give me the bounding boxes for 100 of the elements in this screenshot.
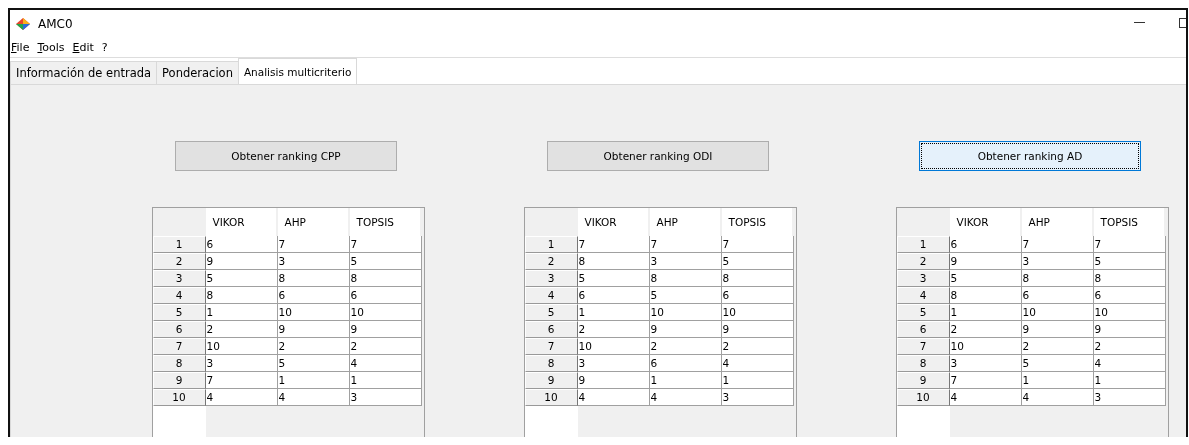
table-cell[interactable]: 7	[349, 236, 422, 253]
table-cell[interactable]: 10	[577, 338, 650, 355]
table-cell[interactable]: 9	[721, 321, 794, 338]
table-cell[interactable]: 4	[349, 355, 422, 372]
table-cell[interactable]: 2	[349, 338, 422, 355]
table-cell[interactable]: 4	[1021, 389, 1094, 406]
table-cell[interactable]: 9	[205, 253, 278, 270]
row-header[interactable]: 7	[896, 338, 950, 355]
table-cell[interactable]: 5	[349, 253, 422, 270]
table-cell[interactable]: 4	[205, 389, 278, 406]
column-header[interactable]: VIKOR	[949, 208, 1022, 236]
table-cell[interactable]: 6	[277, 287, 350, 304]
table-cell[interactable]: 10	[949, 338, 1022, 355]
table-cell[interactable]: 10	[1021, 304, 1094, 321]
table-cell[interactable]: 1	[1021, 372, 1094, 389]
table-cell[interactable]: 1	[577, 304, 650, 321]
table-cell[interactable]: 1	[349, 372, 422, 389]
table-cell[interactable]: 1	[1093, 372, 1166, 389]
table-cell[interactable]: 8	[277, 270, 350, 287]
row-header[interactable]: 5	[152, 304, 206, 321]
table-cell[interactable]: 8	[1021, 270, 1094, 287]
table-cell[interactable]: 7	[649, 236, 722, 253]
table-cell[interactable]: 4	[649, 389, 722, 406]
table-cell[interactable]: 8	[721, 270, 794, 287]
table-cell[interactable]: 10	[277, 304, 350, 321]
row-header[interactable]: 1	[152, 236, 206, 253]
row-header[interactable]: 4	[896, 287, 950, 304]
menu-item[interactable]: Edit	[71, 40, 95, 54]
table-cell[interactable]: 9	[577, 372, 650, 389]
row-header[interactable]: 3	[152, 270, 206, 287]
column-header[interactable]: AHP	[1021, 208, 1094, 236]
table-cell[interactable]: 7	[205, 372, 278, 389]
table-cell[interactable]: 8	[349, 270, 422, 287]
table-cell[interactable]: 7	[1093, 236, 1166, 253]
table-cell[interactable]: 3	[205, 355, 278, 372]
row-header[interactable]: 10	[896, 389, 950, 406]
table-cell[interactable]: 6	[949, 236, 1022, 253]
table-cell[interactable]: 2	[205, 321, 278, 338]
row-header[interactable]: 3	[896, 270, 950, 287]
row-header[interactable]: 2	[152, 253, 206, 270]
row-header[interactable]: 2	[896, 253, 950, 270]
tab[interactable]: Ponderacion	[156, 61, 239, 84]
row-header[interactable]: 4	[524, 287, 578, 304]
ranking-button[interactable]: Obtener ranking ODI	[547, 141, 769, 171]
table-cell[interactable]: 5	[1093, 253, 1166, 270]
table-cell[interactable]: 3	[721, 389, 794, 406]
table-cell[interactable]: 3	[949, 355, 1022, 372]
table-cell[interactable]: 3	[349, 389, 422, 406]
table-cell[interactable]: 4	[277, 389, 350, 406]
row-header[interactable]: 8	[152, 355, 206, 372]
table-cell[interactable]: 9	[277, 321, 350, 338]
table-cell[interactable]: 1	[277, 372, 350, 389]
table-cell[interactable]: 4	[1093, 355, 1166, 372]
column-header[interactable]: AHP	[277, 208, 350, 236]
maximize-icon[interactable]	[1179, 18, 1186, 28]
table-cell[interactable]: 7	[721, 236, 794, 253]
table-cell[interactable]: 10	[721, 304, 794, 321]
row-header[interactable]: 1	[524, 236, 578, 253]
row-header[interactable]: 6	[896, 321, 950, 338]
table-cell[interactable]: 8	[949, 287, 1022, 304]
row-header[interactable]: 2	[524, 253, 578, 270]
table-cell[interactable]: 6	[1093, 287, 1166, 304]
row-header[interactable]: 8	[896, 355, 950, 372]
column-header[interactable]: TOPSIS	[1093, 208, 1166, 236]
table-cell[interactable]: 3	[1021, 253, 1094, 270]
table-cell[interactable]: 1	[205, 304, 278, 321]
tab[interactable]: Información de entrada	[10, 61, 158, 84]
table-cell[interactable]: 8	[649, 270, 722, 287]
table-cell[interactable]: 9	[1021, 321, 1094, 338]
table-cell[interactable]: 10	[1093, 304, 1166, 321]
table-cell[interactable]: 5	[649, 287, 722, 304]
row-header[interactable]: 10	[524, 389, 578, 406]
row-header[interactable]: 7	[152, 338, 206, 355]
row-header[interactable]: 9	[152, 372, 206, 389]
tab[interactable]: Analisis multicriterio	[237, 58, 358, 84]
table-cell[interactable]: 5	[577, 270, 650, 287]
table-cell[interactable]: 8	[577, 253, 650, 270]
column-header[interactable]: VIKOR	[577, 208, 650, 236]
table-cell[interactable]: 8	[205, 287, 278, 304]
table-cell[interactable]: 10	[205, 338, 278, 355]
row-header[interactable]: 5	[896, 304, 950, 321]
table-cell[interactable]: 4	[721, 355, 794, 372]
row-header[interactable]: 10	[152, 389, 206, 406]
table-cell[interactable]: 10	[649, 304, 722, 321]
table-cell[interactable]: 7	[949, 372, 1022, 389]
table-cell[interactable]: 6	[721, 287, 794, 304]
table-cell[interactable]: 6	[577, 287, 650, 304]
table-cell[interactable]: 2	[1093, 338, 1166, 355]
table-cell[interactable]: 1	[721, 372, 794, 389]
row-header[interactable]: 1	[896, 236, 950, 253]
column-header[interactable]: VIKOR	[205, 208, 278, 236]
table-cell[interactable]: 8	[1093, 270, 1166, 287]
table-cell[interactable]: 5	[1021, 355, 1094, 372]
table-cell[interactable]: 2	[1021, 338, 1094, 355]
column-header[interactable]: AHP	[649, 208, 722, 236]
table-cell[interactable]: 2	[577, 321, 650, 338]
row-header[interactable]: 4	[152, 287, 206, 304]
table-cell[interactable]: 6	[205, 236, 278, 253]
table-cell[interactable]: 2	[277, 338, 350, 355]
table-cell[interactable]: 7	[577, 236, 650, 253]
